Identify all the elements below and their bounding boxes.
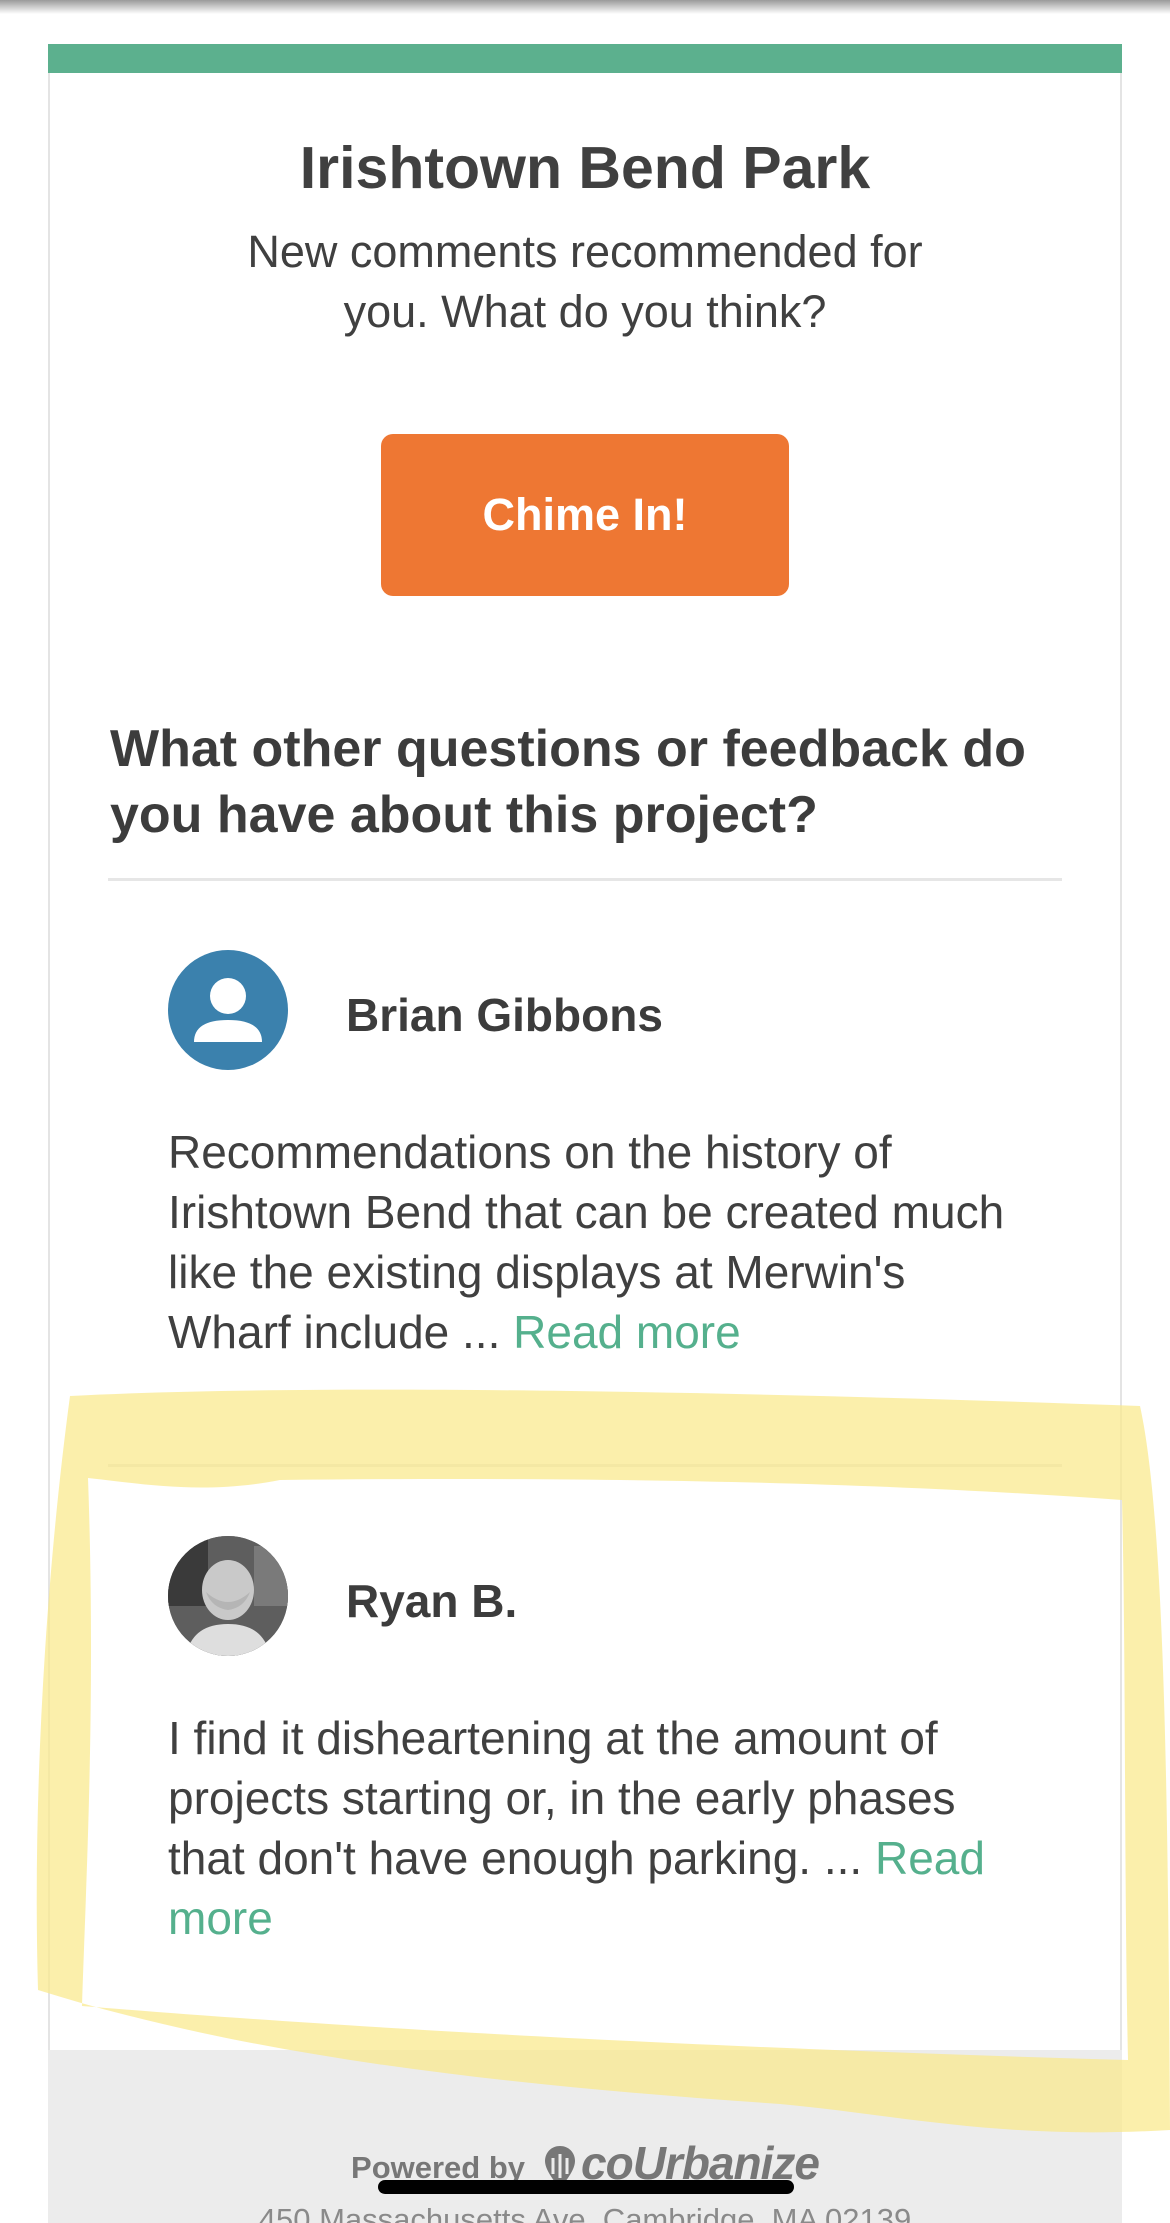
avatar [168,950,288,1070]
footer-address: 450 Massachusetts Ave, Cambridge, MA 021… [258,2202,912,2223]
project-title: Irishtown Bend Park [299,135,871,201]
comment-author: Ryan B. [346,1575,518,1627]
question-heading: What other questions or feedback do you … [110,720,1026,844]
profile-photo [168,1536,288,1656]
home-indicator [378,2180,794,2194]
project-subtitle: New comments recommended for you. What d… [247,226,923,337]
top-edge-shadow [0,0,1170,14]
chime-in-button[interactable]: Chime In! [381,434,789,596]
person-placeholder-icon [194,978,262,1042]
divider [108,1464,1062,1467]
comment-author: Brian Gibbons [346,989,663,1041]
avatar [168,1536,288,1656]
accent-bar [48,44,1122,73]
divider [108,878,1062,881]
read-more-link[interactable]: Read more [513,1306,741,1358]
comment-body: I find it disheartening at the amount of… [168,1712,956,1884]
comment-text: Recommendations on the history of Irisht… [168,1122,1018,1362]
comment-text: I find it disheartening at the amount of… [168,1708,1018,1948]
footer: Powered by coUrbanize 450 Massachusetts … [48,2050,1122,2223]
